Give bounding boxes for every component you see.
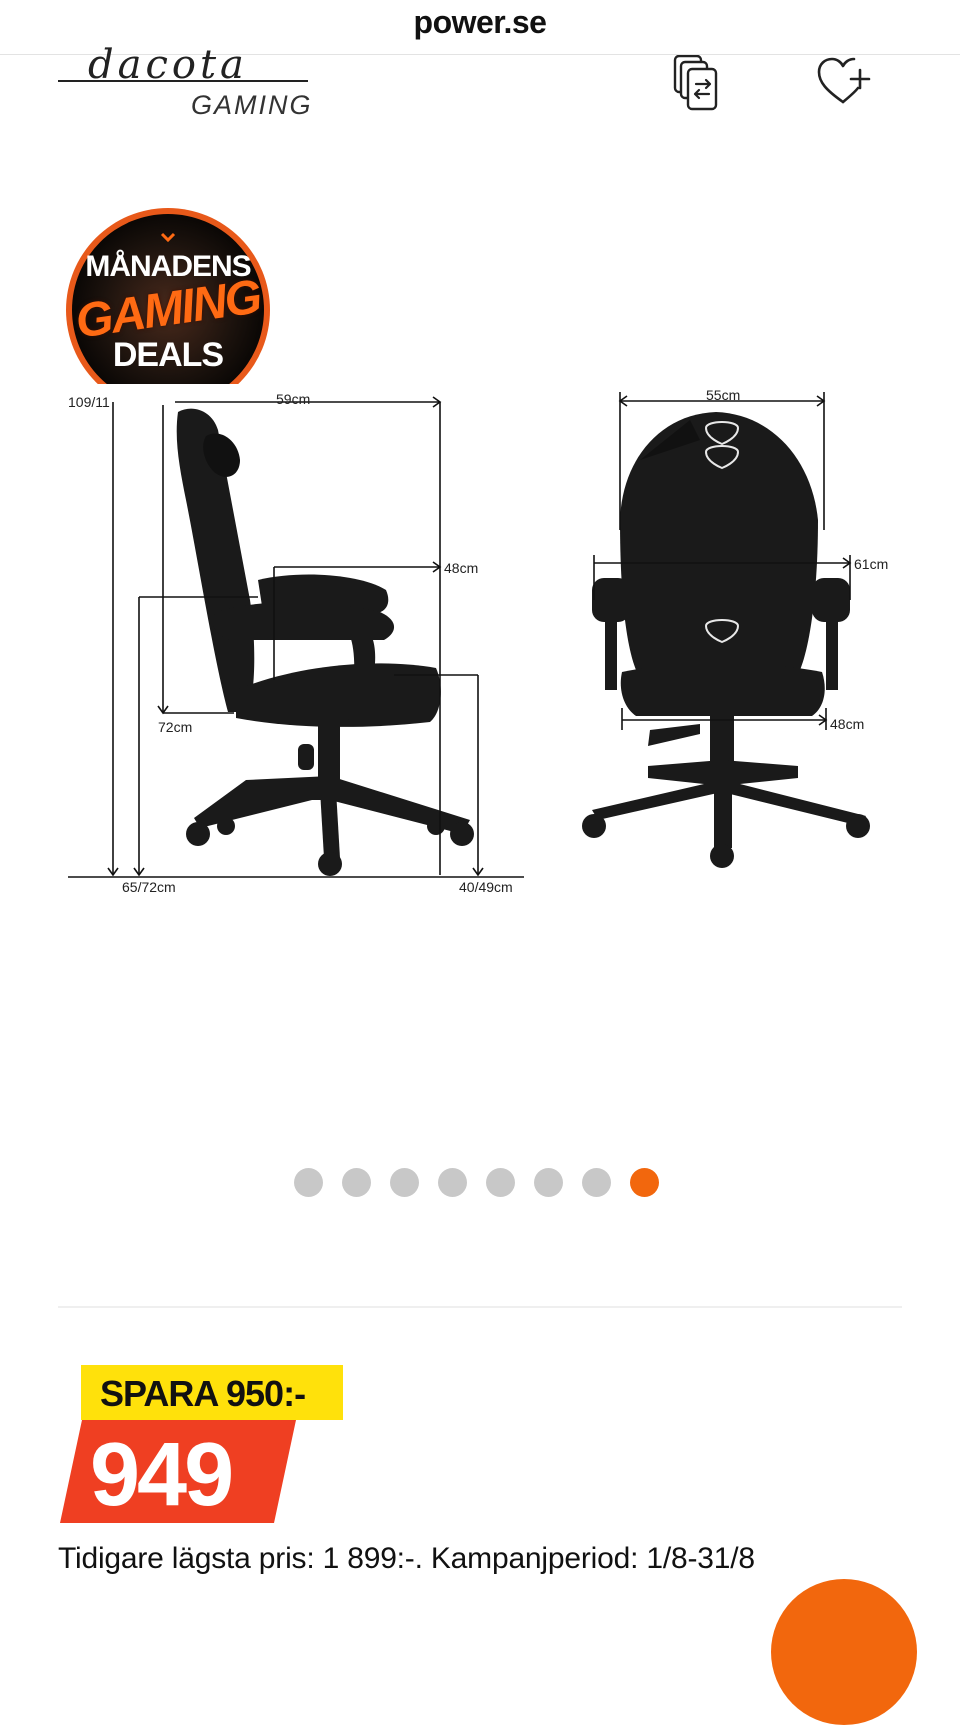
carousel-dot-6[interactable]	[534, 1168, 563, 1197]
carousel-dot-1[interactable]	[294, 1168, 323, 1197]
dim-front-arm-width: 61cm	[854, 556, 888, 572]
wishlist-button[interactable]	[815, 52, 875, 112]
dim-side-seat-height: 72cm	[158, 719, 192, 735]
heart-plus-icon	[817, 57, 871, 104]
carousel-dot-4[interactable]	[438, 1168, 467, 1197]
dim-side-height: 109/11	[68, 394, 110, 410]
save-label: SPARA 950:-	[100, 1373, 306, 1414]
compare-icon	[673, 55, 718, 111]
price-note: Tidigare lägsta pris: 1 899:-. Kampanjpe…	[58, 1542, 755, 1575]
carousel-dot-7[interactable]	[582, 1168, 611, 1197]
price-tag: 949	[60, 1420, 296, 1525]
save-badge: SPARA 950:-	[81, 1365, 343, 1420]
carousel-dot-5[interactable]	[486, 1168, 515, 1197]
carousel-dot-8[interactable]	[630, 1168, 659, 1197]
brand-underline	[58, 80, 308, 82]
dim-front-back-width: 55cm	[706, 387, 740, 403]
carousel-dot-2[interactable]	[342, 1168, 371, 1197]
divider	[58, 1306, 902, 1308]
floating-action-button[interactable]	[771, 1579, 917, 1725]
carousel-dots	[294, 1168, 659, 1198]
dim-side-seat-depth: 48cm	[444, 560, 478, 576]
badge-line3: DEALS	[112, 336, 224, 374]
gaming-deals-badge: MÅNADENS GAMING DEALS	[62, 204, 274, 384]
site-domain[interactable]: power.se	[0, 4, 960, 41]
dim-side-width: 59cm	[276, 391, 310, 407]
carousel-dot-3[interactable]	[390, 1168, 419, 1197]
brand-sub: GAMING	[191, 90, 313, 120]
compare-button[interactable]	[668, 54, 728, 114]
brand-logo[interactable]: dacota GAMING	[58, 42, 311, 134]
dim-front-seat-width: 48cm	[830, 716, 864, 732]
price-value: 949	[90, 1425, 234, 1525]
dim-side-seat-floor: 40/49cm	[459, 879, 513, 895]
side-view-chair	[176, 408, 474, 876]
dim-side-base: 65/72cm	[122, 879, 176, 895]
